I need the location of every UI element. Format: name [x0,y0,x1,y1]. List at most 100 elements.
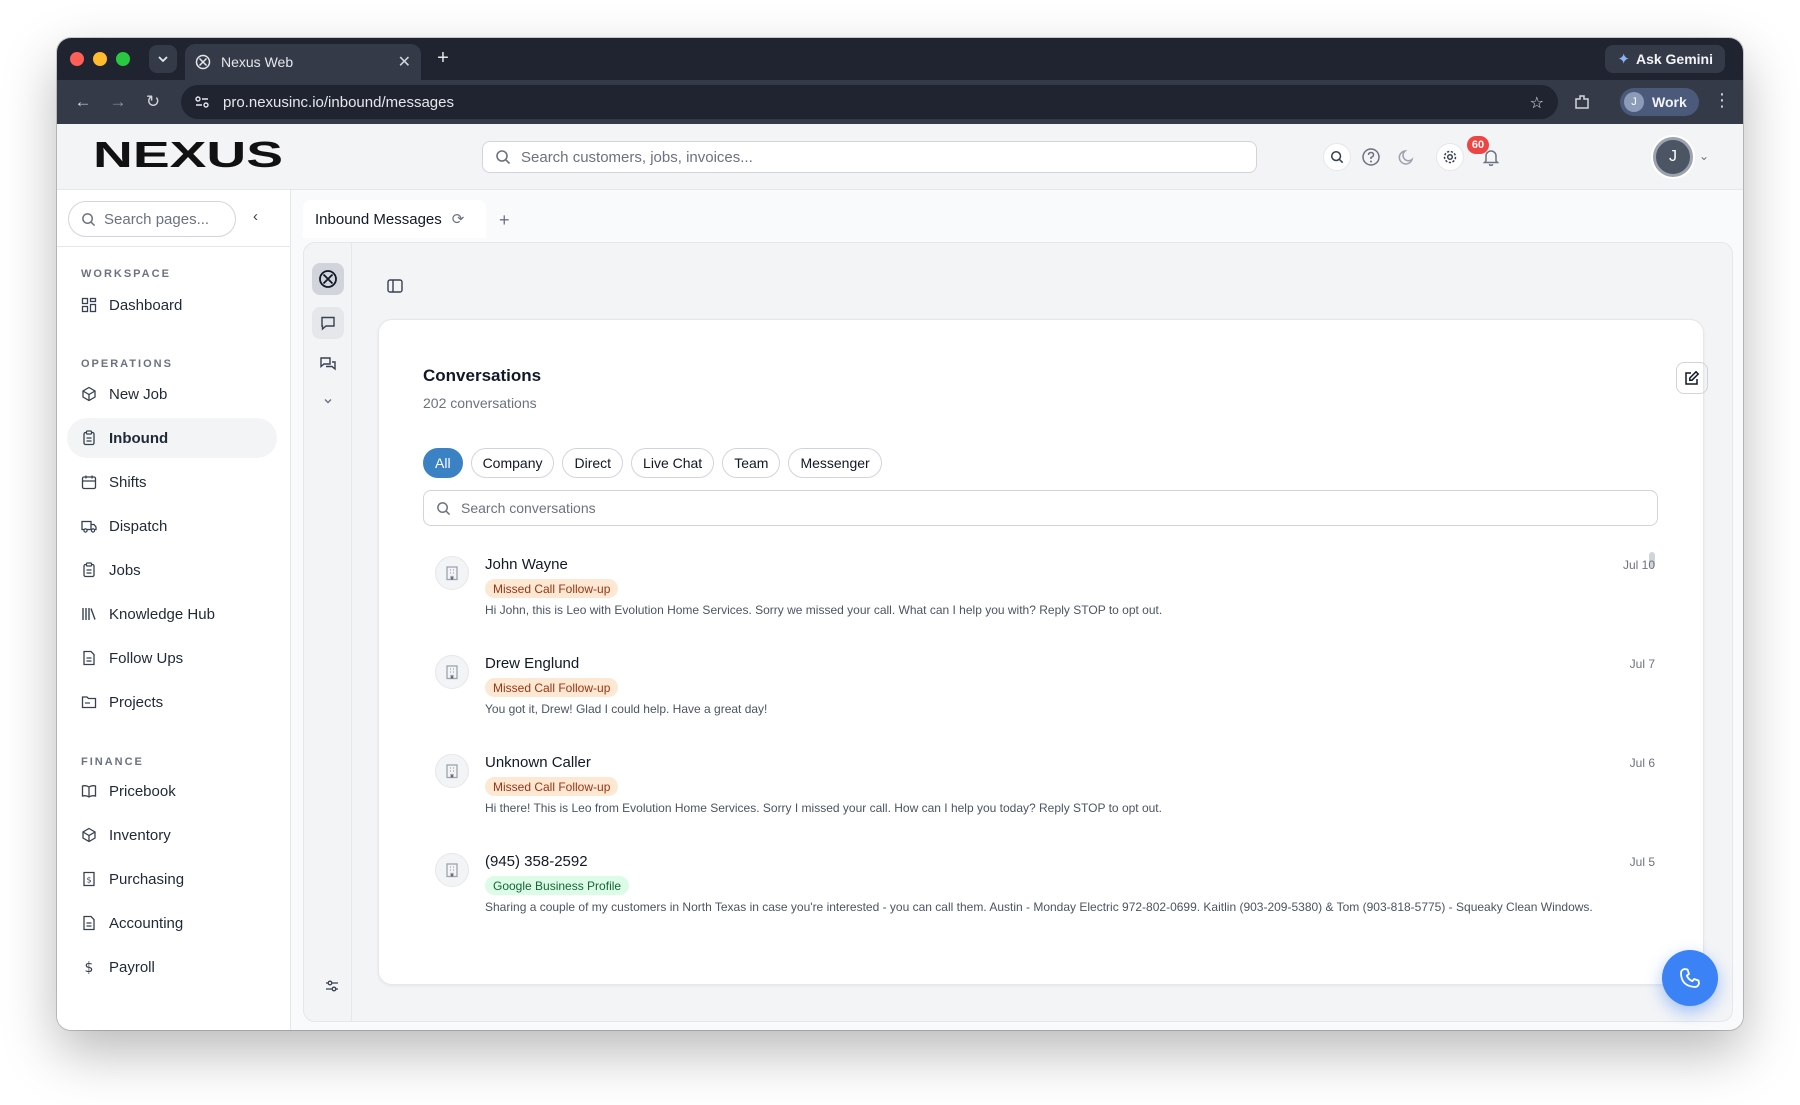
rail-all-channels-button[interactable] [312,263,344,295]
search-icon [496,150,511,165]
filter-chip-direct[interactable]: Direct [562,448,624,478]
toggle-panel-button[interactable] [386,277,404,300]
folder-icon [81,696,97,709]
sidebar-item-pricebook[interactable]: Pricebook [67,771,277,811]
sidebar-item-inbound[interactable]: Inbound [67,418,277,458]
browser-tab[interactable]: Nexus Web ✕ [185,44,421,80]
chevron-down-icon[interactable]: ⌄ [1699,149,1709,163]
minimize-window-button[interactable] [93,52,107,66]
compose-icon [1685,370,1700,385]
library-icon [82,608,96,620]
conversation-name: John Wayne [485,556,568,573]
gear-icon [1443,150,1457,164]
clipboard-icon [83,430,95,446]
clipboard-icon [83,562,95,578]
sliders-icon [326,980,338,992]
filter-chip-all[interactable]: All [423,448,463,478]
box-icon [82,827,96,843]
truck-icon [81,520,97,533]
extensions-icon[interactable] [1572,92,1592,112]
header-search-button[interactable] [1323,143,1351,171]
rail-chats-button[interactable] [312,349,344,381]
address-bar[interactable]: pro.nexusinc.io/inbound/messages ☆ [181,85,1558,119]
sidebar-item-knowledge-hub[interactable]: Knowledge Hub [67,594,277,634]
conversation-item[interactable]: Unknown Caller Jul 6 Missed Call Follow-… [423,744,1655,843]
sidebar-item-new-job[interactable]: New Job [67,374,277,414]
rail-expand-button[interactable] [312,385,344,417]
call-button[interactable] [1662,950,1718,1006]
conversation-search-placeholder: Search conversations [461,500,596,516]
sidebar-item-payroll[interactable]: $ Payroll [67,947,277,987]
sidebar-search-input[interactable]: Search pages... [68,201,236,237]
conversation-tag: Missed Call Follow-up [485,777,619,796]
building-icon [435,556,469,590]
back-arrow-icon[interactable]: ← [71,90,95,114]
help-button[interactable] [1357,143,1385,171]
rail-messages-button[interactable] [312,307,344,339]
sidebar-item-label: Dispatch [109,517,168,535]
conversation-list: John Wayne Jul 10 Missed Call Follow-up … [423,546,1655,942]
conversation-preview: You got it, Drew! Glad I could help. Hav… [485,702,768,716]
sidebar-item-accounting[interactable]: Accounting [67,903,277,943]
browser-profile-button[interactable]: J Work [1620,88,1699,116]
collapse-sidebar-button[interactable]: ‹ [253,208,258,225]
sidebar-item-label: Projects [109,693,164,711]
filter-chip-live-chat[interactable]: Live Chat [631,448,715,478]
sidebar-item-label: Inventory [109,826,171,844]
compose-button[interactable] [1676,362,1708,394]
sidebar-search-placeholder: Search pages... [104,210,210,228]
reload-icon[interactable]: ↻ [141,90,165,114]
sidebar-item-shifts[interactable]: Shifts [67,462,277,502]
conversation-search-input[interactable]: Search conversations [423,490,1658,526]
chevron-down-icon [324,399,332,404]
conversation-item[interactable]: Drew Englund Jul 7 Missed Call Follow-up… [423,645,1655,744]
maximize-window-button[interactable] [116,52,130,66]
conversation-filters: All Company Direct Live Chat Team Messen… [423,448,882,478]
conversations-title: Conversations [423,366,542,385]
tab-inbound-messages[interactable]: Inbound Messages ⟳ [303,200,486,238]
app-header: NEXUS Search customers, jobs, invoices..… [57,124,1743,190]
svg-text:NEXUS: NEXUS [93,138,283,172]
document-icon [83,650,95,666]
filter-chip-messenger[interactable]: Messenger [788,448,882,478]
sidebar-item-projects[interactable]: Projects [67,682,277,722]
close-window-button[interactable] [70,52,84,66]
filter-chip-team[interactable]: Team [722,448,781,478]
sidebar-item-jobs[interactable]: Jobs [67,550,277,590]
section-title-operations: OPERATIONS [81,358,173,370]
calendar-icon [81,475,97,490]
sidebar-item-label: Accounting [109,914,184,932]
tab-search-button[interactable] [149,45,177,73]
sidebar-item-label: Pricebook [109,782,176,800]
filter-chip-company[interactable]: Company [470,448,555,478]
global-search-input[interactable]: Search customers, jobs, invoices... [482,141,1257,173]
panel-left-icon [387,279,403,293]
refresh-icon[interactable]: ⟳ [452,210,465,228]
conversation-item[interactable]: John Wayne Jul 10 Missed Call Follow-up … [423,546,1655,645]
sidebar-item-dashboard[interactable]: Dashboard [67,285,277,325]
sidebar-item-follow-ups[interactable]: Follow Ups [67,638,277,678]
dark-mode-toggle[interactable] [1393,143,1421,171]
sidebar-item-label: Purchasing [109,870,185,888]
sidebar-item-dispatch[interactable]: Dispatch [67,506,277,546]
filter-settings-button[interactable] [324,978,340,999]
conversation-item[interactable]: (945) 358-2592 Jul 5 Google Business Pro… [423,843,1655,942]
sidebar-item-purchasing[interactable]: $ Purchasing [67,859,277,899]
moon-icon [1398,149,1414,165]
sidebar-item-inventory[interactable]: Inventory [67,815,277,855]
user-avatar[interactable]: J [1653,137,1693,177]
chevron-down-icon [158,56,168,63]
gemini-sparkle-icon: ✦ [1617,51,1630,68]
browser-menu-icon[interactable]: ⋮ [1713,90,1731,111]
new-tab-button[interactable]: + [431,47,455,70]
close-tab-icon[interactable]: ✕ [398,52,411,72]
sidebar-item-label: Inbound [109,429,169,447]
settings-button[interactable] [1436,143,1464,171]
ask-gemini-button[interactable]: ✦ Ask Gemini [1605,45,1725,73]
add-page-tab-button[interactable]: + [499,210,510,231]
sidebar-search-area: Search pages... ‹ [57,190,291,247]
bookmark-star-icon[interactable]: ☆ [1530,93,1544,113]
svg-text:$: $ [86,876,91,885]
ask-gemini-label: Ask Gemini [1635,51,1713,67]
forward-arrow-icon[interactable]: → [106,90,130,114]
